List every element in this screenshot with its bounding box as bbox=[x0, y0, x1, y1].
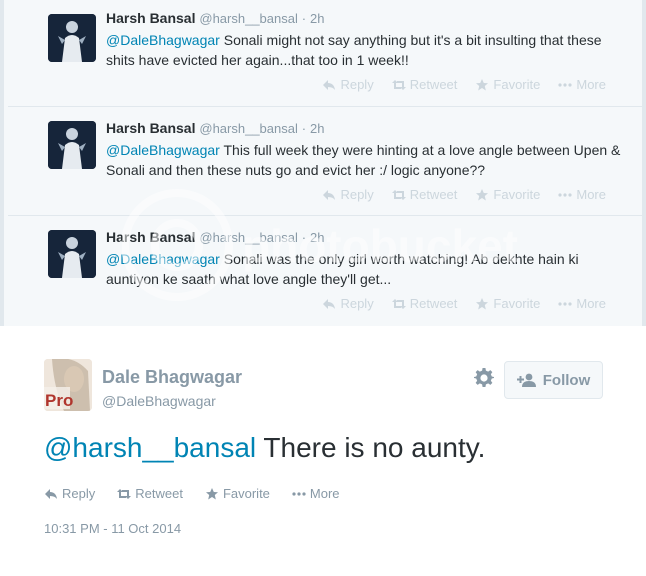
star-icon bbox=[476, 78, 489, 90]
retweet-icon bbox=[391, 189, 406, 200]
more-dots-icon bbox=[292, 491, 306, 496]
tweet-actions: Reply Retweet Favorite More bbox=[322, 296, 606, 311]
follow-button[interactable]: Follow bbox=[504, 361, 603, 399]
retweet-button[interactable]: Retweet bbox=[391, 187, 458, 202]
timestamp[interactable]: 2h bbox=[310, 121, 324, 136]
favorite-label: Favorite bbox=[493, 77, 541, 92]
reply-label: Reply bbox=[340, 77, 374, 92]
follow-label: Follow bbox=[542, 371, 591, 389]
username[interactable]: @harsh__bansal bbox=[199, 121, 297, 136]
tweet-actions: Reply Retweet Favorite More bbox=[322, 187, 606, 202]
tweet-actions: Reply Retweet Favorite More bbox=[44, 486, 340, 501]
star-icon bbox=[205, 487, 218, 499]
avatar[interactable] bbox=[48, 14, 96, 62]
fullname[interactable]: Harsh Bansal bbox=[106, 10, 195, 26]
timestamp[interactable]: 2h bbox=[310, 230, 324, 245]
retweet-icon bbox=[391, 79, 406, 90]
retweet-button[interactable]: Retweet bbox=[391, 296, 458, 311]
reply-button[interactable]: Reply bbox=[322, 77, 374, 92]
favorite-label: Favorite bbox=[493, 296, 541, 311]
favorite-button[interactable]: Favorite bbox=[475, 77, 540, 92]
more-label: More bbox=[576, 77, 606, 92]
favorite-button[interactable]: Favorite bbox=[475, 296, 540, 311]
separator-dot: · bbox=[301, 11, 307, 26]
retweet-icon bbox=[117, 488, 132, 499]
tweet-header: Harsh Bansal @harsh__bansal · 2h bbox=[106, 10, 324, 26]
reply-button[interactable]: Reply bbox=[322, 187, 374, 202]
reply-label: Reply bbox=[340, 296, 374, 311]
reply-icon bbox=[45, 488, 57, 499]
context-tweet[interactable]: Harsh Bansal @harsh__bansal · 2h @DaleBh… bbox=[8, 0, 646, 107]
conversation-context: Harsh Bansal @harsh__bansal · 2h @DaleBh… bbox=[0, 0, 646, 326]
mention-link[interactable]: @harsh__bansal bbox=[44, 432, 256, 463]
more-dots-icon bbox=[558, 301, 572, 306]
username[interactable]: @DaleBhagwagar bbox=[102, 393, 216, 409]
username[interactable]: @harsh__bansal bbox=[199, 11, 297, 26]
more-button[interactable]: More bbox=[558, 77, 606, 92]
tweet-text: @DaleBhagwagar Sonali might not say anyt… bbox=[106, 30, 626, 70]
star-icon bbox=[476, 297, 489, 309]
mention-link[interactable]: @DaleBhagwagar bbox=[106, 142, 220, 158]
tweet-header: Harsh Bansal @harsh__bansal · 2h bbox=[106, 229, 324, 245]
tweet-permalink: Harsh Bansal @harsh__bansal · 2h @DaleBh… bbox=[0, 0, 646, 576]
retweet-button[interactable]: Retweet bbox=[391, 77, 458, 92]
favorite-label: Favorite bbox=[493, 187, 541, 202]
more-dots-icon bbox=[558, 82, 572, 87]
reply-button[interactable]: Reply bbox=[44, 486, 95, 501]
reply-label: Reply bbox=[340, 187, 374, 202]
fullname[interactable]: Harsh Bansal bbox=[106, 229, 195, 245]
tweet-text: @DaleBhagwagar Sonali was the only girl … bbox=[106, 249, 626, 289]
retweet-icon bbox=[391, 298, 406, 309]
mention-link[interactable]: @DaleBhagwagar bbox=[106, 251, 220, 267]
favorite-button[interactable]: Favorite bbox=[475, 187, 540, 202]
more-label: More bbox=[309, 486, 340, 501]
mention-link[interactable]: @DaleBhagwagar bbox=[106, 32, 220, 48]
more-button[interactable]: More bbox=[558, 187, 606, 202]
separator-dot: · bbox=[301, 121, 307, 136]
reply-icon bbox=[323, 189, 336, 200]
retweet-label: Retweet bbox=[409, 77, 458, 92]
favorite-label: Favorite bbox=[222, 486, 270, 501]
reply-icon bbox=[323, 79, 336, 90]
gear-icon[interactable] bbox=[474, 368, 494, 388]
reply-button[interactable]: Reply bbox=[322, 296, 374, 311]
more-label: More bbox=[576, 296, 606, 311]
add-user-icon bbox=[516, 373, 536, 387]
timestamp[interactable]: 2h bbox=[310, 11, 324, 26]
retweet-label: Retweet bbox=[409, 296, 458, 311]
favorite-button[interactable]: Favorite bbox=[205, 486, 270, 501]
star-icon bbox=[476, 188, 489, 200]
avatar[interactable] bbox=[48, 230, 96, 278]
avatar[interactable]: Pro bbox=[44, 359, 92, 411]
retweet-button[interactable]: Retweet bbox=[117, 486, 183, 501]
tweet-text: @harsh__bansal There is no aunty. bbox=[44, 430, 485, 466]
retweet-label: Retweet bbox=[409, 187, 458, 202]
username[interactable]: @harsh__bansal bbox=[199, 230, 297, 245]
more-dots-icon bbox=[558, 192, 572, 197]
fullname[interactable]: Dale Bhagwagar bbox=[102, 367, 242, 388]
tweet-timestamp[interactable]: 10:31 PM - 11 Oct 2014 bbox=[44, 521, 181, 536]
context-tweet[interactable]: Harsh Bansal @harsh__bansal · 2h @DaleBh… bbox=[8, 107, 646, 216]
retweet-label: Retweet bbox=[135, 486, 183, 501]
fullname[interactable]: Harsh Bansal bbox=[106, 120, 195, 136]
main-tweet: Pro Dale Bhagwagar @DaleBhagwagar Follow… bbox=[0, 326, 646, 576]
reply-icon bbox=[323, 298, 336, 309]
separator-dot: · bbox=[301, 230, 307, 245]
more-button[interactable]: More bbox=[292, 486, 340, 501]
tweet-actions: Reply Retweet Favorite More bbox=[322, 77, 606, 92]
avatar[interactable] bbox=[48, 121, 96, 169]
tweet-body: There is no aunty. bbox=[256, 432, 486, 463]
tweet-text: @DaleBhagwagar This full week they were … bbox=[106, 140, 626, 180]
more-label: More bbox=[576, 187, 606, 202]
more-button[interactable]: More bbox=[558, 296, 606, 311]
avatar-badge-text: Pro bbox=[45, 391, 73, 410]
context-tweet[interactable]: Harsh Bansal @harsh__bansal · 2h @DaleBh… bbox=[8, 216, 646, 326]
reply-label: Reply bbox=[62, 486, 96, 501]
tweet-header: Harsh Bansal @harsh__bansal · 2h bbox=[106, 120, 324, 136]
